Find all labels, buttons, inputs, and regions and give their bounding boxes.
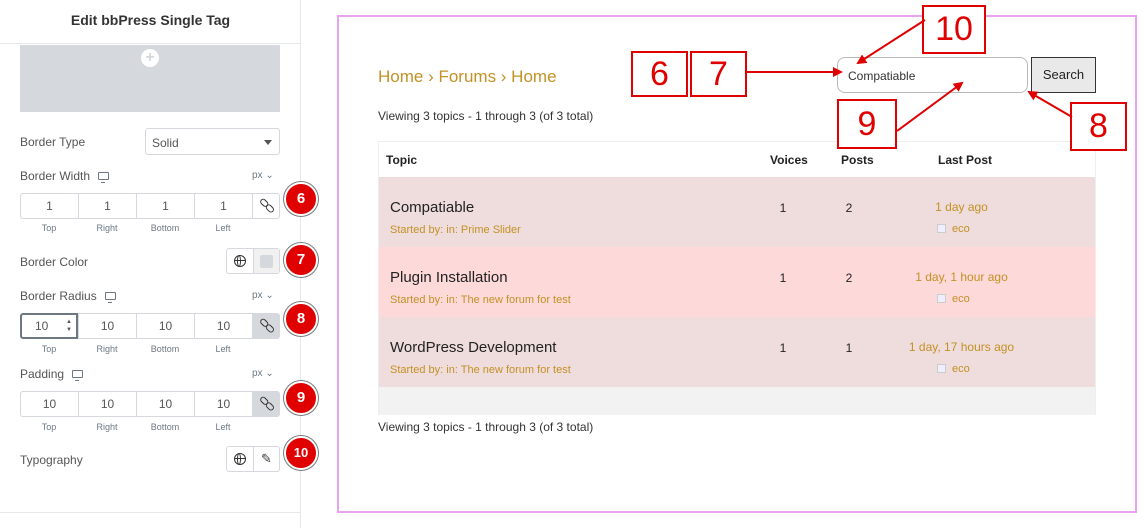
callout-arrows (747, 19, 1073, 132)
arrow-10 (856, 19, 926, 65)
arrow-9 (896, 81, 964, 132)
arrow-8 (1027, 90, 1073, 118)
